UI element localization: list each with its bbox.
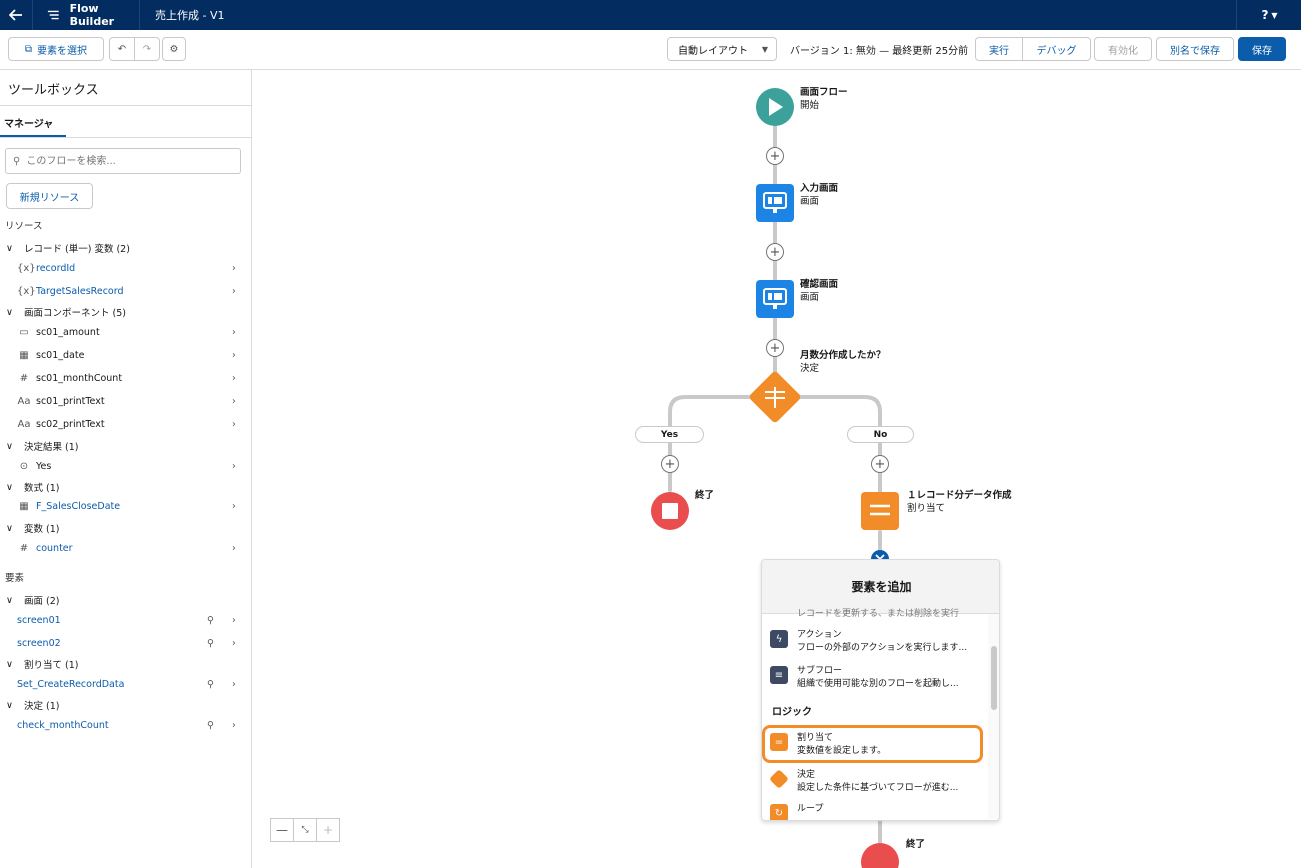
loop-icon: ↻ <box>770 804 788 820</box>
add-element-button[interactable]: + <box>871 455 889 473</box>
lightning-icon: ϟ <box>770 630 788 648</box>
cutoff-item-text: レコードを更新する、または削除を実行 <box>797 609 960 619</box>
outcome-yes-pill[interactable]: Yes <box>635 426 704 443</box>
assignment-node[interactable] <box>861 492 899 530</box>
add-element-popover: 要素を追加 レコードを更新する、または削除を実行 ϟ アクション フローの外部の… <box>761 559 1000 821</box>
connector-line <box>796 395 882 494</box>
palette-item-decision[interactable]: 決定 設定した条件に基づいてフローが進む... <box>768 762 980 796</box>
item-desc: 設定した条件に基づいてフローが進む... <box>797 783 959 793</box>
palette-item-subflow[interactable]: ≡ サブフロー 組織で使用可能な別のフローを起動し... <box>768 658 980 692</box>
node-title: 入力画面 <box>800 183 839 194</box>
zoom-controls: — ⤡ + <box>270 818 340 843</box>
node-title: 終了 <box>906 839 926 850</box>
plus-icon: + <box>664 456 676 472</box>
node-sub: 割り当て <box>907 503 946 514</box>
add-element-button[interactable]: + <box>766 147 784 165</box>
node-title: 確認画面 <box>800 279 839 290</box>
decision-icon <box>769 769 789 789</box>
add-element-button[interactable]: + <box>766 339 784 357</box>
plus-icon: + <box>874 456 886 472</box>
flow-icon: ≡ <box>770 666 788 684</box>
plus-icon: + <box>769 244 781 260</box>
popover-scrollbar[interactable] <box>988 614 999 819</box>
end-yes-label: 終了 <box>695 489 714 502</box>
decision-label: 月数分作成したか？ 決定 <box>800 349 886 375</box>
plus-icon: + <box>769 148 781 164</box>
start-node-label: 画面フロー 開始 <box>800 86 848 112</box>
item-desc: 組織で使用可能な別のフローを起動し... <box>797 679 959 689</box>
node-title: 月数分作成したか？ <box>800 350 886 361</box>
node-sub: 画面 <box>800 292 820 303</box>
input-screen-label: 入力画面 画面 <box>800 182 838 208</box>
collapse-icon: ⤡ <box>301 825 309 835</box>
end-node-bottom[interactable] <box>861 843 899 868</box>
node-title: 画面フロー <box>800 87 848 98</box>
zoom-out-button[interactable]: — <box>270 818 294 842</box>
assignment-label: １レコード分データ作成 割り当て <box>907 489 1012 515</box>
highlight-box <box>762 725 983 763</box>
item-title: アクション <box>797 630 842 640</box>
plus-icon: + <box>322 823 334 837</box>
end-bottom-label: 終了 <box>906 838 925 851</box>
node-sub: 画面 <box>800 196 820 207</box>
plus-icon: + <box>769 340 781 356</box>
item-desc: フローの外部のアクションを実行します... <box>797 643 968 653</box>
stop-icon <box>662 503 678 519</box>
item-title: サブフロー <box>797 666 843 676</box>
item-title: ループ <box>797 804 824 814</box>
connector-line <box>668 395 754 492</box>
minus-icon: — <box>276 823 288 837</box>
palette-item-action[interactable]: ϟ アクション フローの外部のアクションを実行します... <box>768 622 980 656</box>
outcome-no-pill[interactable]: No <box>847 426 914 443</box>
node-sub: 決定 <box>800 363 820 374</box>
node-title: 終了 <box>695 490 715 501</box>
add-element-button[interactable]: + <box>661 455 679 473</box>
add-element-button[interactable]: + <box>766 243 784 261</box>
logic-section-heading: ロジック <box>772 707 812 718</box>
item-title: 決定 <box>797 770 816 780</box>
palette-item-loop[interactable]: ↻ ループ <box>768 796 980 820</box>
node-sub: 開始 <box>800 100 820 111</box>
scrollbar-thumb[interactable] <box>991 646 997 710</box>
fit-view-button[interactable]: ⤡ <box>293 818 317 842</box>
zoom-in-button[interactable]: + <box>316 818 340 842</box>
node-title: １レコード分データ作成 <box>907 490 1012 501</box>
confirm-screen-label: 確認画面 画面 <box>800 278 838 304</box>
